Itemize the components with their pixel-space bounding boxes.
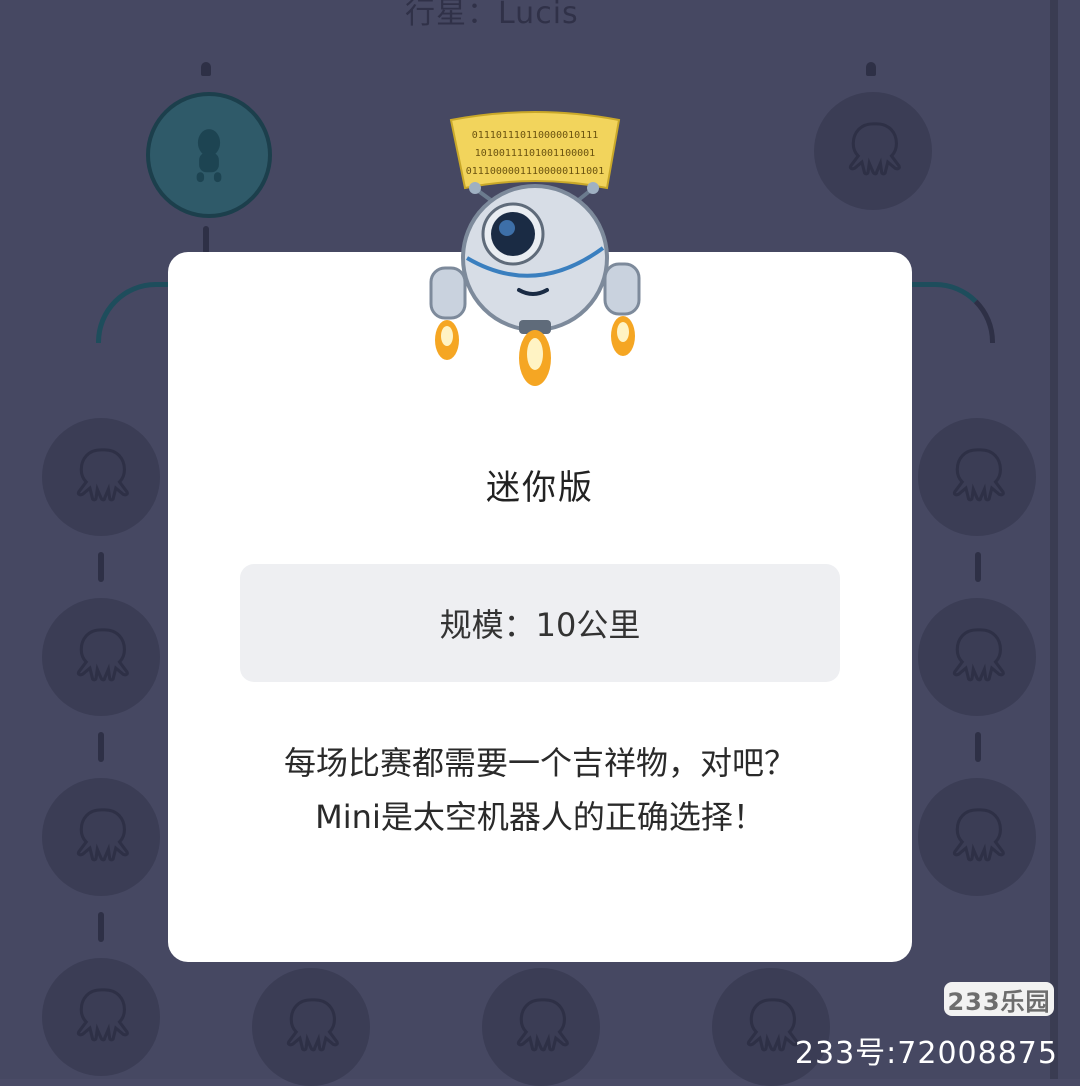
connector <box>98 732 104 762</box>
tree-node-unlocked[interactable] <box>146 92 272 218</box>
tree-node-locked[interactable] <box>918 418 1036 536</box>
dialog-title: 迷你版 <box>486 468 594 508</box>
description-line-2: Mini是太空机器人的正确选择！ <box>315 798 765 836</box>
tree-node-locked[interactable] <box>42 598 160 716</box>
binary-line-2: 10100111101001100001 <box>475 148 595 159</box>
tree-node-locked[interactable] <box>918 598 1036 716</box>
scale-text: 规模：10公里 <box>439 606 641 644</box>
connector-arrow <box>201 62 211 76</box>
tree-node-locked[interactable] <box>482 968 600 1086</box>
octopus-icon <box>952 808 1005 862</box>
binary-line-3: 01110000011100000111001 <box>466 166 604 177</box>
tree-node-locked[interactable] <box>42 418 160 536</box>
branch-line-right <box>900 282 995 343</box>
octopus-icon <box>76 448 129 502</box>
planet-label: 行星：Lucis <box>405 0 579 31</box>
octopus-icon <box>286 998 339 1052</box>
robot-mascot-icon: 011101110110000010111 101001111010011000… <box>429 111 641 386</box>
connector <box>203 226 209 254</box>
octopus-icon <box>76 988 129 1042</box>
connector <box>98 912 104 942</box>
tree-node-locked[interactable] <box>42 778 160 896</box>
scrollbar-track[interactable] <box>1050 0 1058 1079</box>
connector-arrow <box>866 62 876 76</box>
octopus-icon <box>952 628 1005 682</box>
scale-info-box: 规模：10公里 <box>240 564 840 682</box>
connector <box>98 552 104 582</box>
octopus-icon <box>848 122 901 176</box>
description-line-1: 每场比赛都需要一个吉祥物，对吧？ <box>283 744 796 782</box>
octopus-icon <box>516 998 569 1052</box>
connector <box>975 732 981 762</box>
tree-node-locked[interactable] <box>42 958 160 1076</box>
octopus-icon <box>952 448 1005 502</box>
connector <box>975 552 981 582</box>
mascot-node-icon <box>196 129 222 183</box>
octopus-icon <box>76 808 129 862</box>
tree-node-locked[interactable] <box>918 778 1036 896</box>
tree-node-locked[interactable] <box>252 968 370 1086</box>
watermark-id: 233号:72008875 <box>794 1036 1058 1071</box>
tree-node-locked[interactable] <box>814 92 932 210</box>
watermark-logo: 233乐园 <box>944 982 1054 1016</box>
binary-line-1: 011101110110000010111 <box>472 130 598 141</box>
dialog-description: 每场比赛都需要一个吉祥物，对吧？ Mini是太空机器人的正确选择！ <box>208 736 872 844</box>
octopus-icon <box>76 628 129 682</box>
